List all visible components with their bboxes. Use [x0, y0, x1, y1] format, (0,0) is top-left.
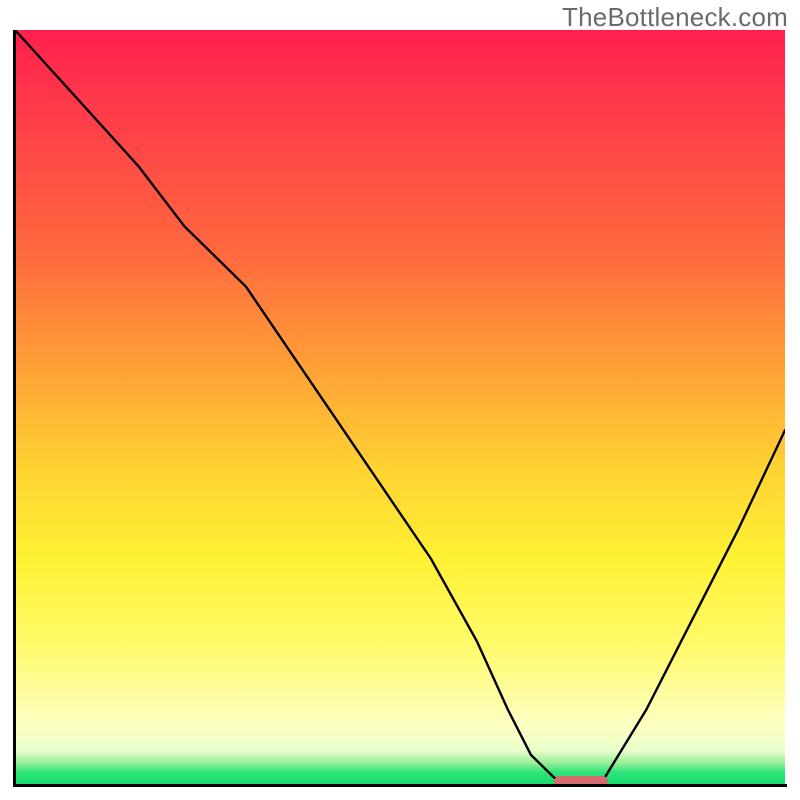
- curve-layer: [15, 30, 785, 785]
- bottleneck-curve: [15, 30, 785, 785]
- chart-frame: TheBottleneck.com: [0, 0, 800, 800]
- watermark-text: TheBottleneck.com: [562, 2, 788, 33]
- plot-area: [15, 30, 785, 785]
- axis-bottom: [13, 784, 787, 787]
- axis-left: [13, 30, 16, 787]
